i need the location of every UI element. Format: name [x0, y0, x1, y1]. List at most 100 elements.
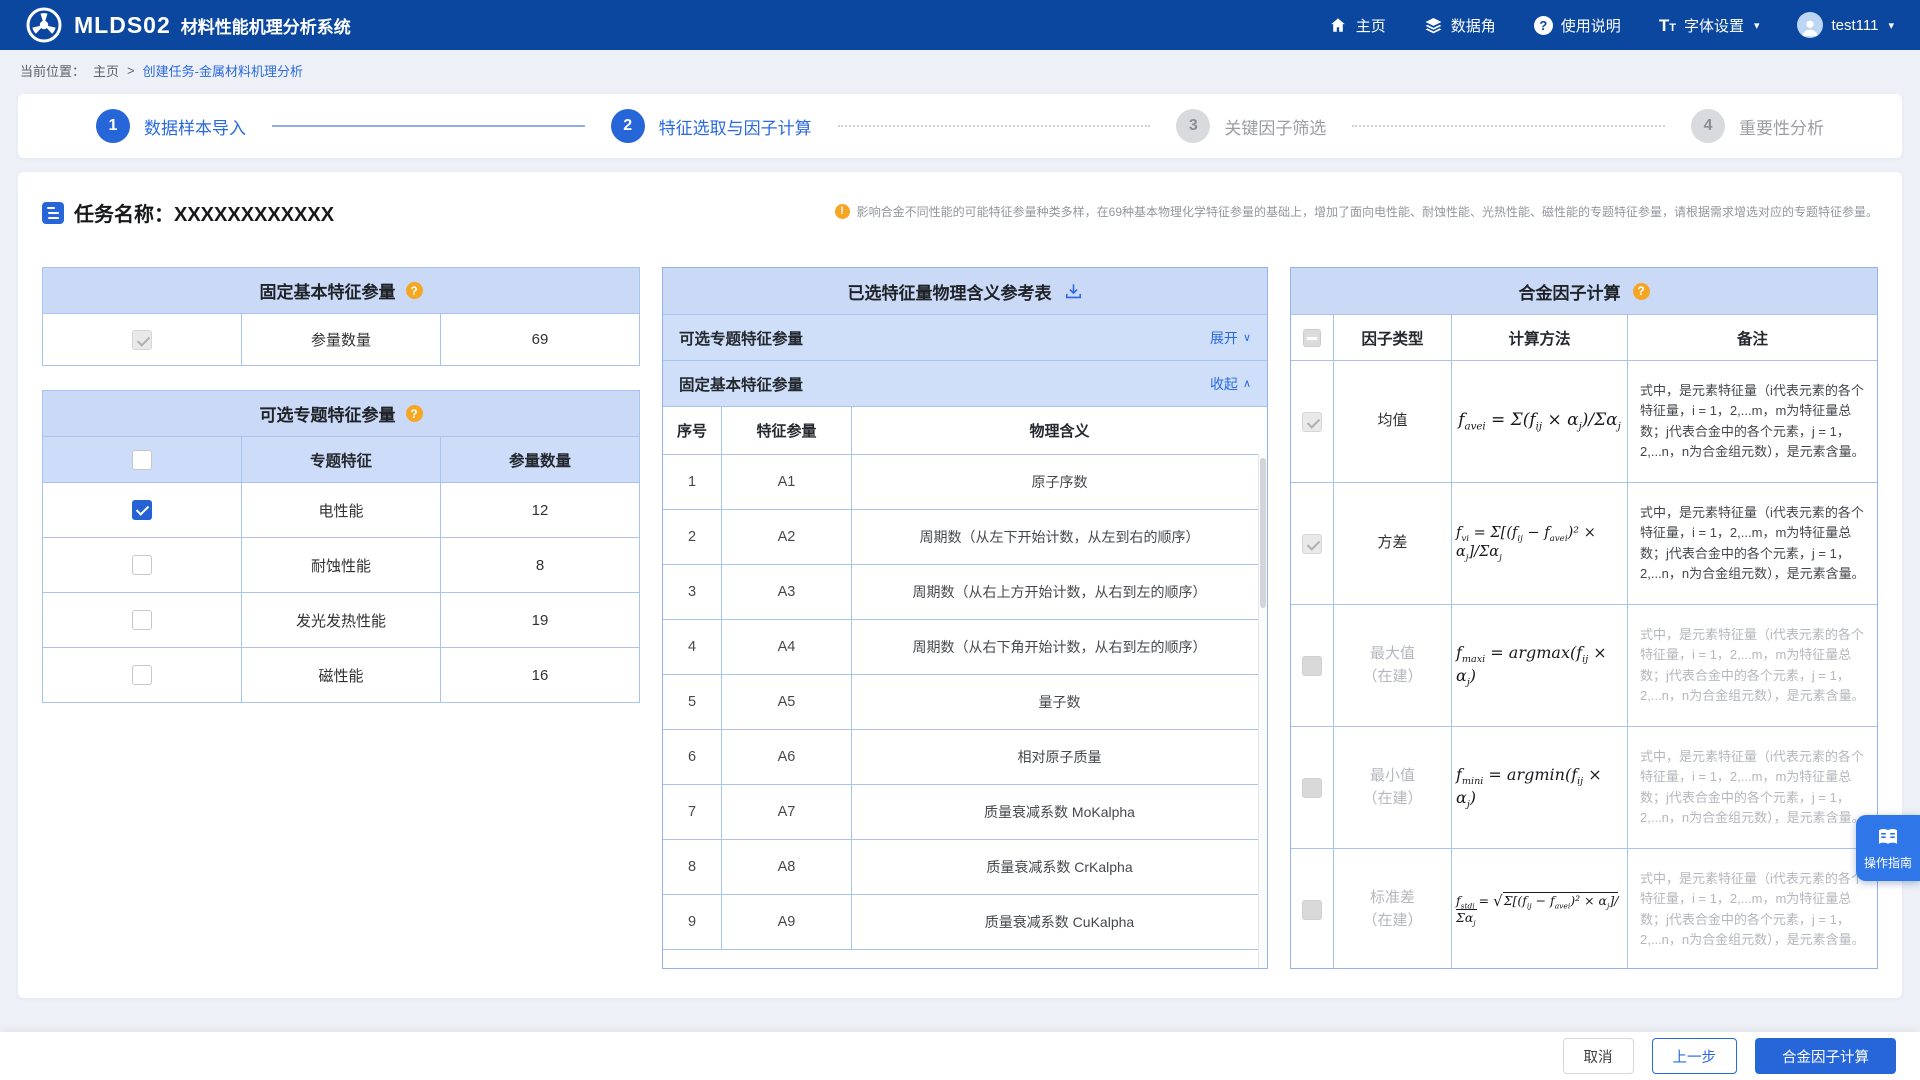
- cancel-button[interactable]: 取消: [1563, 1038, 1634, 1074]
- reference-row: 3A3周期数（从右上方开始计数，从右到左的顺序）: [663, 564, 1267, 619]
- step-2-number: 2: [611, 109, 645, 143]
- row-index: 2: [663, 510, 721, 564]
- table-row: 参量数量 69: [43, 314, 640, 366]
- nav-item-font-settings[interactable]: TT 字体设置 ▾: [1659, 15, 1760, 36]
- feature-code: A4: [721, 620, 851, 674]
- nav-label: 字体设置: [1684, 15, 1744, 36]
- reference-row: 7A7质量衰减系数 MoKalpha: [663, 784, 1267, 839]
- physical-meaning: 周期数（从左下开始计数，从左到右的顺序）: [851, 510, 1267, 564]
- step-indicator: 1 数据样本导入 2 特征选取与因子计算 3 关键因子筛选 4 重要性分析: [18, 94, 1902, 158]
- factor-type: 方差: [1333, 483, 1451, 604]
- reference-panel: 已选特征量物理含义参考表 可选专题特征参量 展开 ∨ 固定基本特征参量: [662, 267, 1268, 969]
- step-1-label: 数据样本导入: [144, 114, 246, 139]
- optional-feature-row: 电性能12: [43, 483, 640, 538]
- download-icon[interactable]: [1064, 282, 1083, 301]
- expand-toggle[interactable]: 展开 ∨: [1210, 328, 1251, 348]
- physical-meaning: 周期数（从右下角开始计数，从右到左的顺序）: [851, 620, 1267, 674]
- optional-feature-row: 发光发热性能19: [43, 593, 640, 648]
- main-panel: 任务名称：XXXXXXXXXXXX ! 影响合金不同性能的可能特征参量种类多样，…: [18, 172, 1902, 998]
- column-header: 专题特征: [242, 437, 441, 483]
- chevron-down-icon: ∨: [1243, 331, 1251, 344]
- feature-checkbox[interactable]: [132, 665, 152, 685]
- physical-meaning: 质量衰减系数 CuKalpha: [851, 895, 1267, 949]
- feature-code: A1: [721, 455, 851, 509]
- reference-row: 6A6相对原子质量: [663, 729, 1267, 784]
- middle-column: 已选特征量物理含义参考表 可选专题特征参量 展开 ∨ 固定基本特征参量: [662, 267, 1268, 969]
- factor-panel-title: 合金因子计算: [1519, 279, 1621, 304]
- feature-code: A3: [721, 565, 851, 619]
- notice-text: 影响合金不同性能的可能特征参量种类多样，在69种基本物理化学特征参量的基础上，增…: [857, 203, 1878, 221]
- factor-checkbox: [1302, 412, 1322, 432]
- avatar: [1797, 12, 1823, 38]
- alloy-factor-calc-button[interactable]: 合金因子计算: [1755, 1038, 1896, 1074]
- nav-label: 数据角: [1451, 15, 1496, 36]
- fixed-feature-table: 固定基本特征参量? 参量数量 69: [42, 267, 640, 366]
- reference-table-header: 序号 特征参量 物理含义: [663, 406, 1267, 454]
- row-index: 8: [663, 840, 721, 894]
- task-title-text: 任务名称：XXXXXXXXXXXX: [74, 198, 334, 227]
- physical-meaning: 质量衰减系数 CrKalpha: [851, 840, 1267, 894]
- document-icon: [42, 202, 64, 224]
- nav-item-user[interactable]: test111 ▾: [1797, 12, 1894, 38]
- previous-step-button[interactable]: 上一步: [1652, 1038, 1738, 1074]
- factor-formula: fmaxi = argmax(fij × αj): [1451, 605, 1627, 726]
- nav-item-help[interactable]: ? 使用说明: [1534, 15, 1621, 36]
- left-column: 固定基本特征参量? 参量数量 69 可选专题特征参量? 专题特: [42, 267, 640, 969]
- optional-feature-row: 磁性能16: [43, 648, 640, 703]
- navbar-menu: 主页 数据角 ? 使用说明 TT 字体设置 ▾ test11: [1329, 12, 1894, 38]
- column-header: 物理含义: [851, 407, 1267, 454]
- factor-formula: fmini = argmin(fij × αj): [1451, 727, 1627, 848]
- physical-meaning: 周期数（从右上方开始计数，从右到左的顺序）: [851, 565, 1267, 619]
- right-column: 合金因子计算 ? 因子类型 计算方法 备注 均值favei = Σ(fij × …: [1290, 267, 1878, 969]
- row-index: 6: [663, 730, 721, 784]
- help-icon[interactable]: ?: [406, 405, 423, 422]
- factor-formula: fvi = Σ[(fij − favei)² × αj]/Σαj: [1451, 483, 1627, 604]
- feature-checkbox[interactable]: [132, 610, 152, 630]
- reference-row: 1A1原子序数: [663, 454, 1267, 509]
- factor-checkbox: [1302, 656, 1322, 676]
- physical-meaning: 质量衰减系数 MoKalpha: [851, 785, 1267, 839]
- footer-action-bar: 取消 上一步 合金因子计算: [0, 1032, 1920, 1080]
- row-index: 7: [663, 785, 721, 839]
- factor-checkbox: [1302, 534, 1322, 554]
- step-4: 4 重要性分析: [1691, 109, 1824, 143]
- physical-meaning: 原子序数: [851, 455, 1267, 509]
- factor-formula: fstdi = √Σ[(fij − favei)² × αj]/Σαj: [1451, 849, 1627, 969]
- factor-type: 标准差（在建）: [1333, 849, 1451, 969]
- help-icon[interactable]: ?: [1633, 283, 1650, 300]
- select-all-checkbox[interactable]: [132, 450, 152, 470]
- notice-banner: ! 影响合金不同性能的可能特征参量种类多样，在69种基本物理化学特征参量的基础上…: [835, 198, 1878, 221]
- nav-item-home[interactable]: 主页: [1329, 15, 1386, 36]
- feature-name: 磁性能: [242, 648, 441, 703]
- app-logo-icon[interactable]: [26, 7, 62, 43]
- factor-row: 最大值（在建）fmaxi = argmax(fij × αj)式中，是元素特征量…: [1291, 604, 1877, 726]
- row-index: 9: [663, 895, 721, 949]
- chevron-down-icon: ▾: [1754, 19, 1760, 32]
- operation-guide-button[interactable]: 操作指南: [1856, 815, 1920, 881]
- reference-row: 4A4周期数（从右下角开始计数，从右到左的顺序）: [663, 619, 1267, 674]
- collapse-toggle[interactable]: 收起 ∧: [1210, 374, 1251, 394]
- guide-label: 操作指南: [1864, 854, 1912, 871]
- feature-code: A7: [721, 785, 851, 839]
- row-index: 5: [663, 675, 721, 729]
- step-3-label: 关键因子筛选: [1224, 114, 1326, 139]
- scrollbar-thumb[interactable]: [1260, 458, 1266, 608]
- section-label: 可选专题特征参量: [679, 327, 803, 349]
- nav-item-data[interactable]: 数据角: [1424, 15, 1496, 36]
- feature-count: 8: [441, 538, 640, 593]
- factor-row: 方差fvi = Σ[(fij − favei)² × αj]/Σαj式中，是元素…: [1291, 482, 1877, 604]
- feature-checkbox[interactable]: [132, 555, 152, 575]
- breadcrumb-current[interactable]: 创建任务-金属材料机理分析: [143, 61, 303, 80]
- fixed-row-label: 参量数量: [242, 314, 441, 366]
- breadcrumb-home-link[interactable]: 主页: [93, 61, 119, 80]
- scrollbar-track[interactable]: [1258, 454, 1267, 969]
- factor-note: 式中，是元素特征量（i代表元素的各个特征量，i = 1，2,...m，m为特征量…: [1640, 503, 1865, 584]
- column-header: 序号: [663, 407, 721, 454]
- optional-feature-row: 耐蚀性能8: [43, 538, 640, 593]
- help-icon[interactable]: ?: [406, 282, 423, 299]
- feature-name: 电性能: [242, 483, 441, 538]
- feature-checkbox[interactable]: [132, 500, 152, 520]
- step-connector: [838, 125, 1151, 127]
- feature-code: A2: [721, 510, 851, 564]
- book-icon: [1876, 825, 1900, 849]
